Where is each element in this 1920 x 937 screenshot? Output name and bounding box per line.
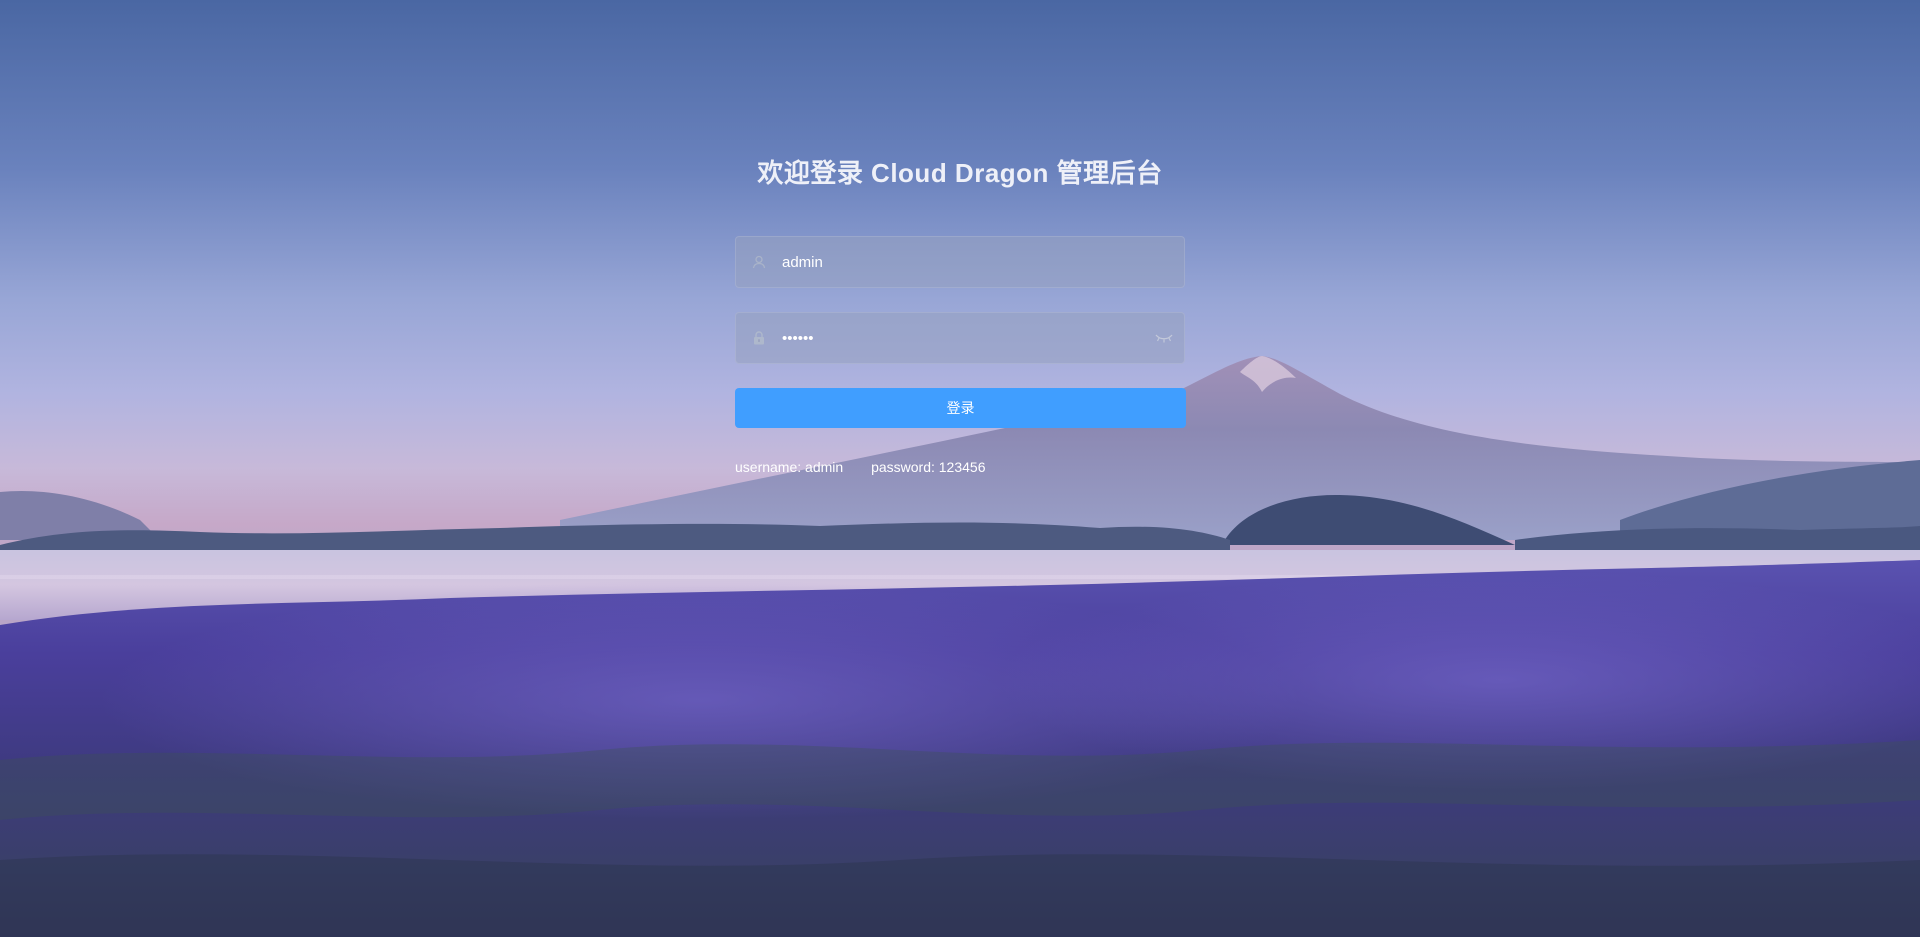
password-input[interactable] <box>782 313 1144 363</box>
login-form: 欢迎登录 Cloud Dragon 管理后台 admin 登录 username… <box>735 150 1186 476</box>
login-page: 欢迎登录 Cloud Dragon 管理后台 admin 登录 username… <box>0 0 1920 937</box>
credentials-hint: username: admin password: 123456 <box>735 458 1185 476</box>
username-input[interactable] <box>782 237 1184 287</box>
lock-icon <box>736 313 782 363</box>
login-button[interactable]: 登录 <box>735 388 1186 428</box>
username-hint: username: admin <box>735 459 844 475</box>
eye-closed-icon[interactable] <box>1144 313 1184 363</box>
page-title: 欢迎登录 Cloud Dragon 管理后台 <box>757 158 1163 188</box>
username-field[interactable] <box>735 236 1185 288</box>
user-icon <box>736 237 782 287</box>
password-field[interactable] <box>735 312 1185 364</box>
password-hint: password: 123456 <box>871 459 986 475</box>
